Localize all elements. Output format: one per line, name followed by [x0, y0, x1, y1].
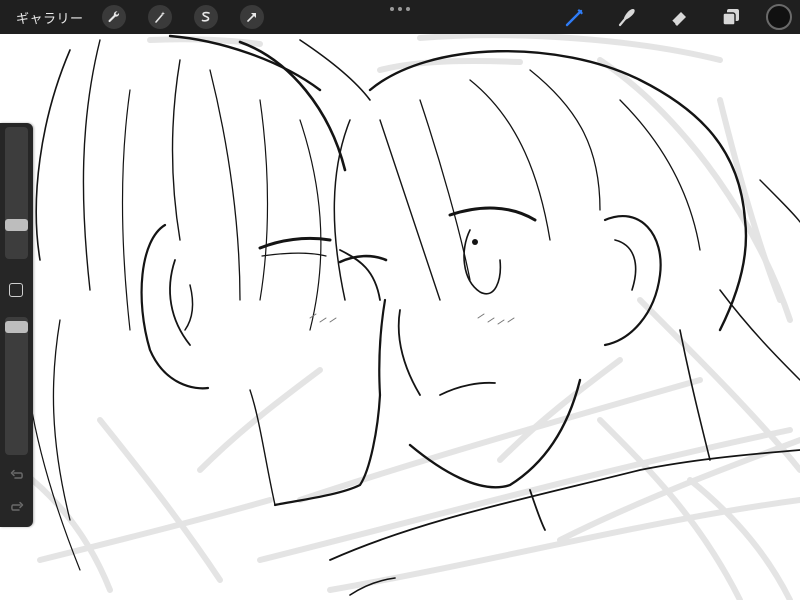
magic-wand-icon — [154, 11, 165, 23]
procreate-app: ギャラリー — [0, 0, 800, 600]
opacity-thumb[interactable] — [5, 321, 28, 333]
smudge-icon — [618, 9, 635, 27]
eraser-tool-button[interactable] — [666, 4, 692, 30]
dot — [406, 7, 410, 11]
brush-icon — [565, 9, 583, 27]
layers-icon — [722, 9, 739, 26]
redo-icon — [11, 501, 24, 511]
redo-button[interactable] — [8, 499, 26, 515]
gallery-button[interactable]: ギャラリー — [10, 4, 90, 31]
top-toolbar: ギャラリー — [0, 0, 800, 34]
eraser-icon — [671, 12, 686, 26]
undo-button[interactable] — [8, 467, 26, 483]
wrench-icon — [108, 11, 119, 23]
selection-button[interactable] — [193, 5, 218, 29]
arrow-cursor-icon — [246, 13, 256, 22]
adjustments-button[interactable] — [147, 5, 172, 29]
selection-icon — [201, 11, 210, 22]
undo-icon — [10, 469, 23, 479]
layers-button[interactable] — [718, 4, 744, 30]
color-picker-button[interactable] — [766, 4, 792, 30]
dot — [398, 7, 402, 11]
drawing-canvas[interactable] — [0, 0, 800, 600]
modify-button[interactable] — [9, 283, 23, 297]
right-toolset — [536, 0, 792, 34]
opacity-slider[interactable] — [5, 317, 28, 455]
brush-size-thumb[interactable] — [5, 219, 28, 231]
brush-tool-button[interactable] — [562, 4, 588, 30]
brush-size-slider[interactable] — [5, 127, 28, 259]
transform-button[interactable] — [239, 5, 264, 29]
smudge-tool-button[interactable] — [614, 4, 640, 30]
actions-button[interactable] — [101, 5, 126, 29]
dot — [390, 7, 394, 11]
sidebar — [0, 123, 33, 527]
more-options-handle[interactable] — [390, 4, 410, 14]
